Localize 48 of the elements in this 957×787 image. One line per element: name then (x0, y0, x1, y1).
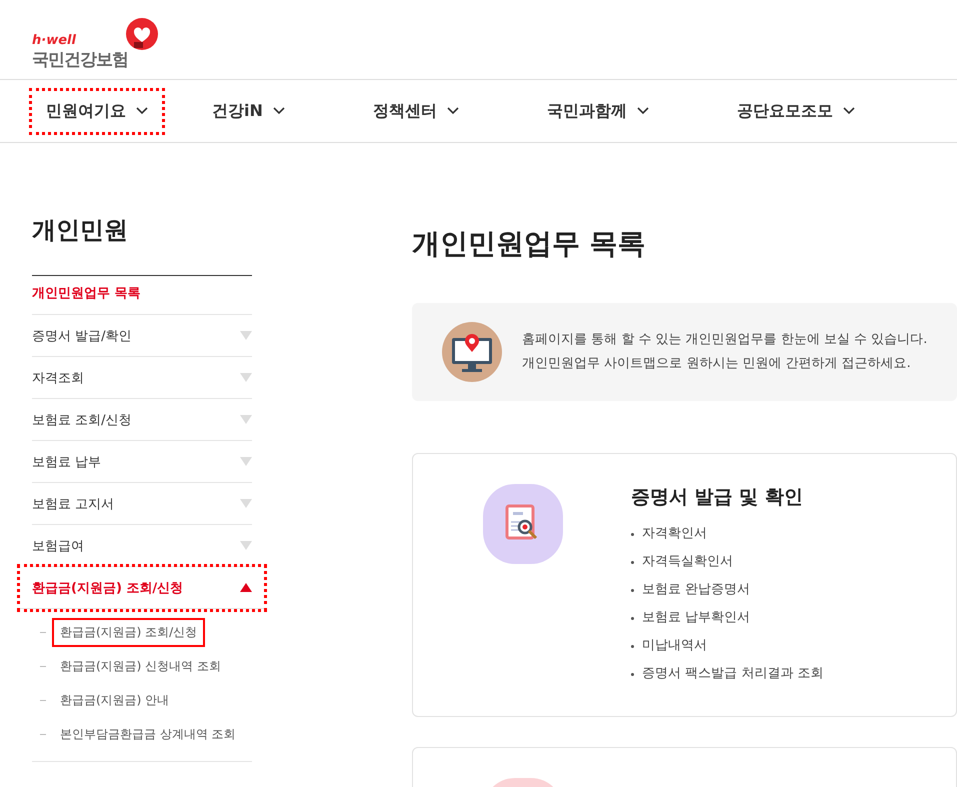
sidebar-link[interactable]: 개인민원업무 목록 (32, 284, 252, 315)
sidebar-menu-item[interactable]: 증명서 발급/확인 (32, 315, 252, 357)
chevron-down-icon (272, 107, 285, 115)
triangle-down-icon (240, 541, 252, 550)
card-title: 증명서 발급 및 확인 (631, 485, 804, 510)
triangle-down-icon (240, 499, 252, 508)
sidebar-menu-item[interactable]: 보험료 조회/신청 (32, 399, 252, 441)
heart-logo-icon (124, 18, 160, 52)
card-list-item[interactable]: 보험료 완납증명서 (631, 576, 824, 604)
submenu-label[interactable]: 환급금(지원금) 안내 (54, 688, 176, 712)
chevron-down-icon (842, 107, 855, 115)
sidebar-menu-item[interactable]: 보험료 고지서 (32, 483, 252, 525)
submenu-label[interactable]: 환급금(지원금) 조회/신청 (54, 620, 204, 644)
submenu-label[interactable]: 환급금(지원금) 신청내역 조회 (54, 654, 227, 678)
monitor-pin-icon (442, 322, 502, 382)
nav-menu-item[interactable]: 정책센터 (358, 90, 473, 132)
submenu-item[interactable]: 본인부담금환급금 상계내역 조회 (32, 717, 252, 751)
nav-menu-item[interactable]: 공단요모조모 (722, 90, 869, 132)
card-list-item[interactable]: 보험료 납부확인서 (631, 604, 824, 632)
card-list-item[interactable]: 미납내역서 (631, 632, 824, 660)
nav-menu-item[interactable]: 건강iN (198, 90, 299, 132)
card-list-item[interactable]: 자격득실확인서 (631, 548, 824, 576)
card-list-item[interactable]: 증명서 팩스발급 처리결과 조회 (631, 660, 824, 688)
triangle-down-icon (240, 373, 252, 382)
submenu-item[interactable]: 환급금(지원금) 신청내역 조회 (32, 649, 252, 683)
chevron-down-icon (446, 107, 459, 115)
triangle-down-icon (240, 415, 252, 424)
card-list-item[interactable]: 자격확인서 (631, 520, 824, 548)
sidebar-menu-item[interactable]: 환급금(지원금) 조회/신청 (20, 567, 264, 609)
submenu-item[interactable]: 환급금(지원금) 조회/신청 (32, 615, 252, 649)
sidebar-menu-item[interactable]: 보험료 납부 (32, 441, 252, 483)
logo-name: 국민건강보험 (32, 49, 128, 71)
intro-text: 개인민원업무 사이트맵으로 원하시는 민원에 간편하게 접근하세요. (522, 355, 912, 373)
intro-text: 홈페이지를 통해 할 수 있는 개인민원업무를 한눈에 보실 수 있습니다. (522, 331, 928, 349)
triangle-up-icon (240, 583, 252, 592)
sidebar-menu-item[interactable]: 보험급여 (32, 525, 252, 567)
chevron-down-icon (136, 107, 148, 115)
sidebar-menu-item[interactable]: 자격조회 (32, 357, 252, 399)
triangle-down-icon (240, 331, 252, 340)
nav-menu-item[interactable]: 국민과함께 (532, 90, 663, 132)
page-title: 개인민원업무 목록 (412, 226, 647, 262)
chevron-down-icon (636, 107, 649, 115)
sidebar-title: 개인민원 (32, 215, 252, 276)
logo-tagline: h·well (32, 34, 77, 48)
submenu-item[interactable]: 환급금(지원금) 안내 (32, 683, 252, 717)
nav-menu-item[interactable]: 민원여기요 (32, 90, 162, 132)
submenu-label[interactable]: 본인부담금환급금 상계내역 조회 (54, 722, 242, 746)
triangle-down-icon (240, 457, 252, 466)
